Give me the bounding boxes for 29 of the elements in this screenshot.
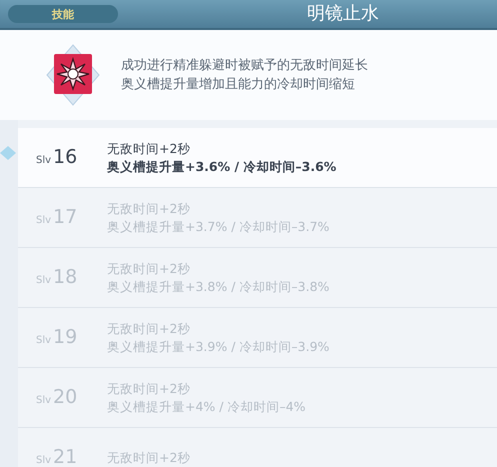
effect-text: 无敌时间+2秒: [107, 380, 192, 397]
effect-text: 无敌时间+2秒: [107, 320, 192, 337]
level-number: 18: [53, 265, 78, 290]
skill-title: 明镜止水: [307, 5, 379, 23]
description-line: 成功进行精准躲避时被赋予的无敌时间延长: [121, 57, 368, 74]
effect-text: 奥义槽提升量+3.8% / 冷却时间–3.8%: [107, 278, 330, 295]
level-number: 21: [53, 445, 78, 467]
level-number: 17: [53, 205, 78, 230]
effect-text: 奥义槽提升量+3.7% / 冷却时间–3.7%: [107, 218, 330, 235]
effect-text: 无敌时间+2秒: [107, 140, 192, 157]
level-number: 16: [53, 145, 78, 170]
level-number: 19: [53, 325, 78, 350]
effect-text: 奥义槽提升量+3.6% / 冷却时间–3.6%: [107, 158, 336, 175]
level-number: 20: [53, 385, 78, 410]
effect-text: 无敌时间+2秒: [107, 260, 192, 277]
effect-text: 奥义槽提升量+3.9% / 冷却时间–3.9%: [107, 338, 330, 355]
description-line: 奥义槽提升量增加且能力的冷却时间缩短: [121, 76, 356, 93]
diamond-marker-icon: [0, 146, 16, 160]
level-prefix: Slv: [36, 214, 52, 228]
effect-text: 奥义槽提升量+4% / 冷却时间–4%: [107, 398, 306, 415]
level-prefix: Slv: [36, 334, 52, 348]
effect-text: 无敌时间+2秒: [107, 200, 192, 217]
category-tab[interactable]: 技能: [8, 5, 118, 23]
level-prefix: Slv: [36, 454, 52, 467]
compass-star-icon: [45, 43, 101, 107]
level-prefix: Slv: [36, 274, 52, 288]
effect-text: 无敌时间+2秒: [107, 449, 190, 466]
level-prefix: Slv: [36, 394, 52, 408]
level-prefix: Slv: [36, 154, 52, 168]
